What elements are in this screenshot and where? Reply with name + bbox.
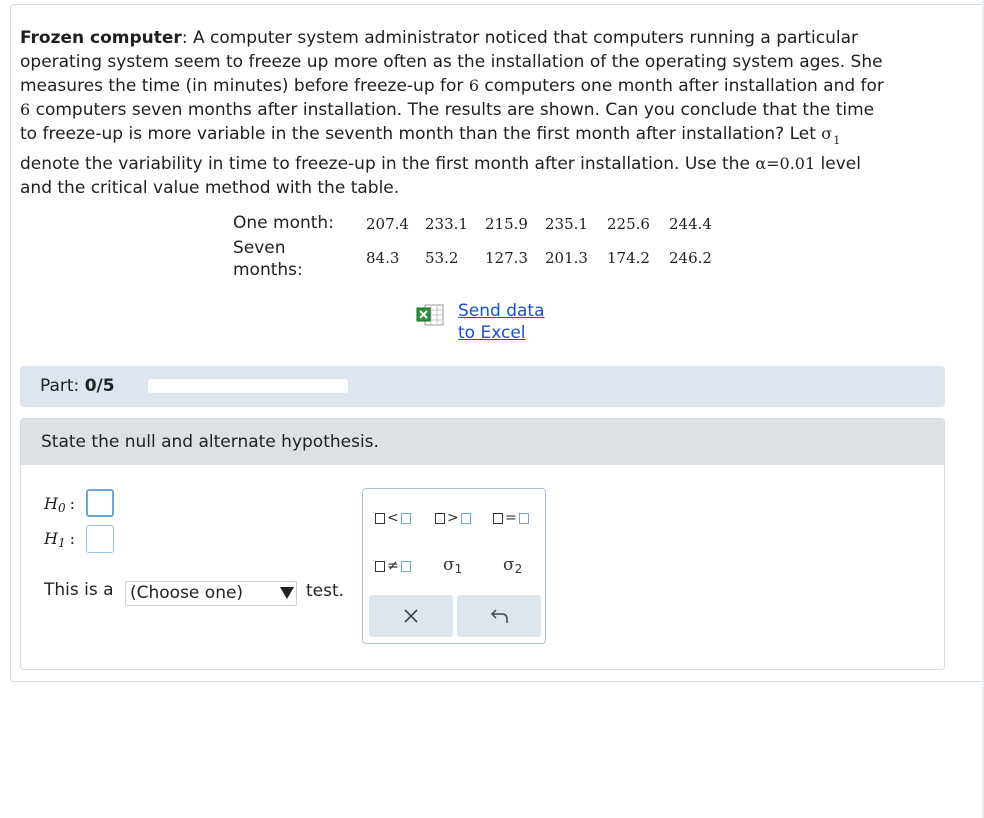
sigma2-button[interactable]: σ2 xyxy=(503,555,522,576)
data-cell: 233.1 xyxy=(425,215,468,233)
sigma1-button[interactable]: σ1 xyxy=(443,555,462,576)
data-cell: 84.3 xyxy=(366,249,400,267)
send-to-excel-link[interactable]: Send data to Excel xyxy=(458,300,545,344)
data-cell: 207.4 xyxy=(366,215,409,233)
data-cell: 127.3 xyxy=(485,249,528,267)
data-cell: 244.4 xyxy=(669,215,712,233)
test-type-suffix: test. xyxy=(306,581,345,601)
data-cell: 215.9 xyxy=(485,215,528,233)
question-prompt: State the null and alternate hypothesis. xyxy=(41,432,379,452)
excel-icon[interactable] xyxy=(416,304,444,326)
part-progress-bar: Part: 0/5 xyxy=(20,366,945,407)
x-icon xyxy=(404,609,418,623)
math-palette: < > = ≠ σ1 σ2 xyxy=(362,488,546,644)
h1-answer-field[interactable] xyxy=(86,525,114,553)
row-label-one-month: One month: xyxy=(233,213,334,233)
test-type-prefix: This is a xyxy=(44,580,114,600)
data-cell: 201.3 xyxy=(545,249,588,267)
data-cell: 174.2 xyxy=(607,249,650,267)
data-cell: 53.2 xyxy=(425,249,459,267)
not-equal-button[interactable]: ≠ xyxy=(375,558,411,574)
h0-label: H0: xyxy=(44,494,75,515)
undo-button[interactable] xyxy=(457,595,541,637)
data-cell: 225.6 xyxy=(607,215,650,233)
undo-icon xyxy=(490,609,508,623)
equals-button[interactable]: = xyxy=(493,510,529,526)
part-count: 0/5 xyxy=(84,376,115,396)
greater-than-button[interactable]: > xyxy=(435,510,471,526)
h1-label: H1: xyxy=(44,529,75,550)
send-to-excel[interactable]: Send data to Excel xyxy=(416,300,545,344)
data-cell: 235.1 xyxy=(545,215,588,233)
h0-answer-field[interactable] xyxy=(86,489,114,517)
dropdown-arrow-icon xyxy=(280,587,294,599)
data-cell: 246.2 xyxy=(669,249,712,267)
clear-button[interactable] xyxy=(369,595,453,637)
problem-title: Frozen computer xyxy=(20,28,182,48)
part-header: State the null and alternate hypothesis. xyxy=(21,419,944,465)
part-label: Part: 0/5 xyxy=(40,376,115,396)
less-than-button[interactable]: < xyxy=(375,510,411,526)
row-label-seven-months: Seven months: xyxy=(233,238,303,280)
alpha-value: α=0.01 xyxy=(755,154,816,173)
test-type-select[interactable]: (Choose one) xyxy=(125,581,297,606)
problem-statement: Frozen computer: A computer system admin… xyxy=(20,28,884,198)
progress-track xyxy=(148,379,348,393)
